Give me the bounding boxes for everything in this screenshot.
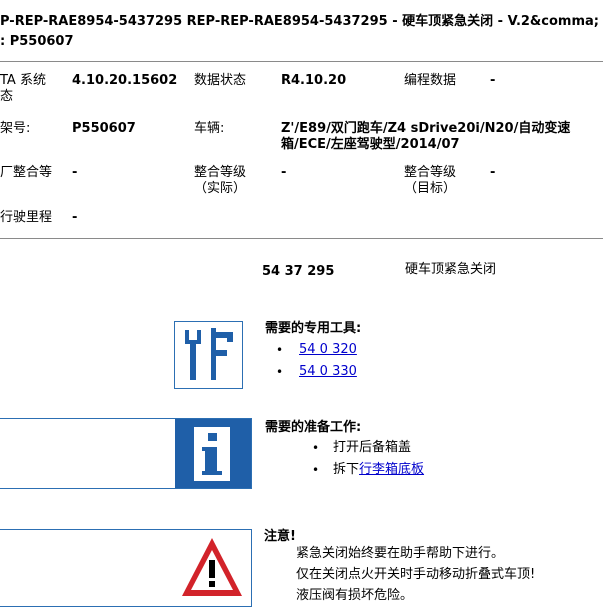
ista-label: TA 系统 态	[0, 73, 46, 104]
integration-target-value: -	[490, 165, 496, 180]
caution-banner	[0, 529, 252, 607]
factory-integration-value: -	[72, 165, 78, 180]
preparation-heading: 需要的准备工作:	[265, 420, 362, 435]
integration-target-label: 整合等级 （目标）	[404, 165, 457, 196]
tool-link-54-0-330[interactable]: 54 0 330	[299, 364, 357, 380]
bullet: •	[276, 365, 284, 379]
integration-actual-value: -	[281, 165, 287, 180]
integration-actual-label: 整合等级 （实际）	[194, 165, 247, 196]
programming-data-value: -	[490, 73, 496, 88]
mileage-label: 行驶里程	[0, 210, 53, 225]
vehicle-value: Z'/E89/双门跑车/Z4 sDrive20i/N20/自动变速 箱/ECE/…	[281, 121, 571, 152]
info-banner	[0, 418, 252, 489]
vin-label: 架号:	[0, 121, 31, 136]
info-divider	[0, 238, 603, 239]
bullet: •	[276, 343, 284, 357]
warning-icon	[179, 534, 245, 602]
info-icon	[175, 419, 251, 488]
document-title: P-REP-RAE8954-5437295 REP-REP-RAE8954-54…	[0, 14, 603, 29]
data-status-label: 数据状态	[194, 73, 247, 88]
bullet: •	[312, 463, 320, 477]
caution-line: 仅在关闭点火开关时手动移动折叠式车顶!	[296, 567, 536, 582]
caution-line: 液压阀有损坏危险。	[296, 588, 414, 603]
vin-value: P550607	[72, 121, 136, 136]
special-tools-icon	[174, 321, 243, 389]
tool-link-54-0-320[interactable]: 54 0 320	[299, 342, 357, 358]
ista-value: 4.10.20.15602	[72, 73, 178, 88]
vehicle-label: 车辆:	[194, 121, 225, 136]
part-name: 硬车顶紧急关闭	[405, 262, 497, 277]
prep-step-open-trunk: 打开后备箱盖	[333, 440, 412, 455]
programming-data-label: 编程数据	[404, 73, 457, 88]
part-number: 54 37 295	[262, 264, 335, 279]
header-divider	[0, 61, 603, 62]
data-status-value: R4.10.20	[281, 73, 347, 88]
caution-line: 紧急关闭始终要在助手帮助下进行。	[296, 546, 505, 561]
prep-step-remove: 拆下行李箱底板	[333, 462, 424, 478]
bullet: •	[312, 441, 320, 455]
caution-heading: 注意!	[264, 529, 296, 544]
prep-step-prefix: 拆下	[333, 462, 360, 477]
special-tools-heading: 需要的专用工具:	[265, 321, 362, 336]
factory-integration-label: 厂整合等	[0, 165, 53, 180]
document-title-continued: : P550607	[0, 34, 74, 49]
mileage-value: -	[72, 210, 78, 225]
trunk-floor-link[interactable]: 行李箱底板	[359, 462, 424, 477]
